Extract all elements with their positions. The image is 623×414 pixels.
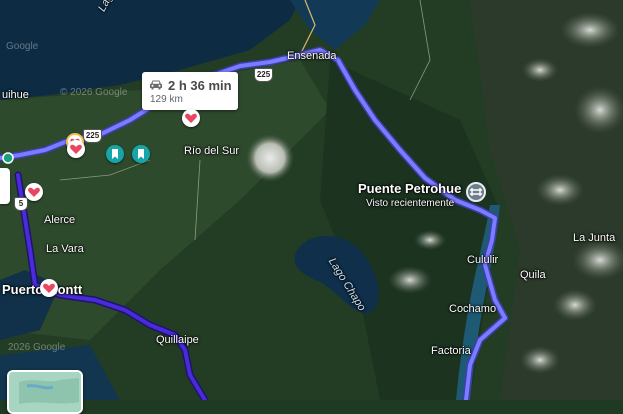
bridge-poi-marker[interactable]	[466, 182, 486, 202]
saved-place-pin[interactable]	[67, 140, 85, 158]
heart-icon	[28, 187, 40, 197]
bridge-icon	[470, 188, 482, 196]
bookmark-icon	[138, 149, 144, 159]
place-quillaipe[interactable]: Quillaipe	[156, 334, 199, 347]
heart-icon	[185, 113, 197, 123]
snow-patch	[414, 230, 446, 250]
place-cululir[interactable]: Cululir	[467, 254, 498, 267]
road-shield-225-west: 225	[83, 129, 102, 143]
place-la-vara[interactable]: La Vara	[46, 243, 84, 256]
route-start-marker[interactable]	[2, 152, 14, 164]
bookmark-pin[interactable]	[106, 145, 124, 163]
place-puente-petrohue[interactable]: Puente Petrohue	[358, 182, 461, 195]
heart-icon	[70, 144, 82, 154]
saved-place-pin[interactable]	[25, 183, 43, 201]
place-alerce[interactable]: Alerce	[44, 214, 75, 227]
saved-place-pin[interactable]	[182, 109, 200, 127]
snow-patch	[522, 58, 558, 82]
route-info-card[interactable]: 2 h 36 min 129 km	[142, 72, 238, 110]
route-duration: 2 h 36 min	[168, 78, 232, 93]
saved-place-pin[interactable]	[40, 279, 58, 297]
snow-patch	[388, 266, 432, 294]
road-shield-225: 225	[254, 68, 273, 82]
place-rio-del-sur[interactable]: Río del Sur	[184, 145, 239, 158]
recently-viewed-label: Visto recientemente	[366, 198, 455, 209]
copyright-watermark: © 2026 Google	[60, 87, 128, 98]
map-layer-thumbnail[interactable]	[7, 370, 83, 414]
bookmark-icon	[112, 149, 118, 159]
layer-preview-icon	[9, 372, 81, 412]
copyright-watermark-bottom: 2026 Google	[8, 342, 66, 353]
volcano-snowcap	[246, 134, 294, 182]
bookmark-pin[interactable]	[132, 145, 150, 163]
snow-patch	[536, 174, 584, 206]
snow-patch	[560, 12, 620, 48]
place-llanquihue-partial[interactable]: uihue	[2, 89, 29, 102]
heart-icon	[43, 283, 55, 293]
place-quila[interactable]: Quila	[520, 269, 546, 282]
place-cochamo[interactable]: Cochamo	[449, 303, 496, 316]
place-ensenada[interactable]: Ensenada	[287, 50, 337, 63]
google-watermark: Google	[6, 41, 39, 52]
place-la-junta[interactable]: La Junta	[573, 232, 615, 245]
snow-patch	[520, 346, 560, 374]
snow-patch	[553, 289, 597, 321]
car-icon	[150, 80, 162, 90]
route-distance: 129 km	[150, 94, 183, 105]
place-factoria[interactable]: Factoria	[431, 345, 471, 358]
side-panel-edge[interactable]	[0, 168, 10, 204]
